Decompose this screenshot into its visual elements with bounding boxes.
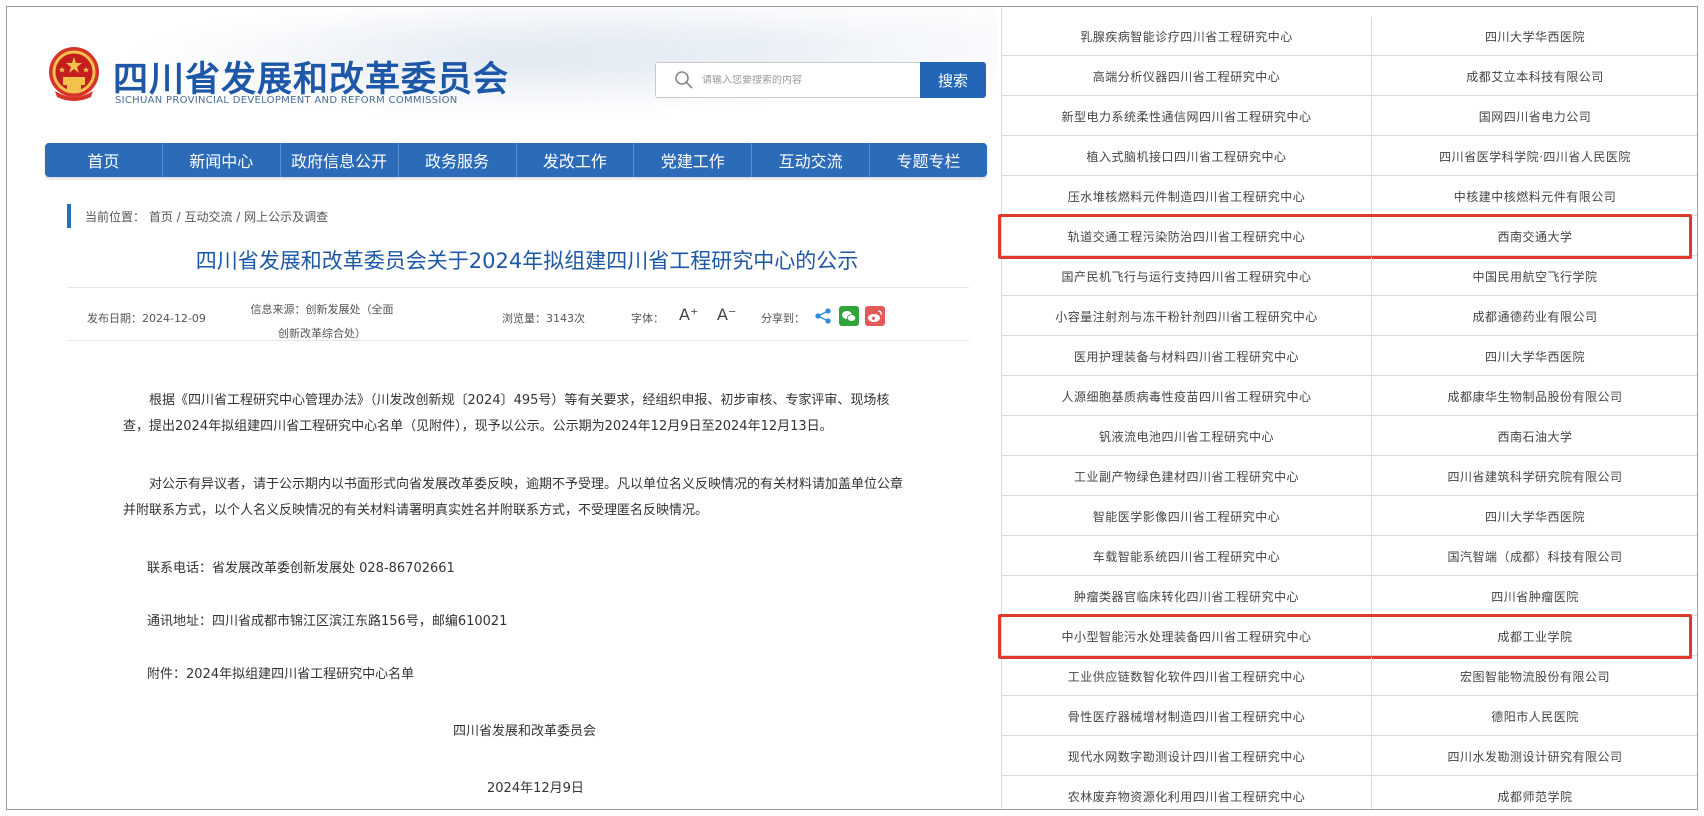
table-row: 国产民机飞行与运行支持四川省工程研究中心 中国民用航空飞行学院 <box>1002 257 1697 296</box>
search-box <box>655 62 920 98</box>
table-row: 医用护理装备与材料四川省工程研究中心 四川大学华西医院 <box>1002 337 1697 376</box>
wechat-icon[interactable] <box>839 306 859 326</box>
center-name-cell: 小容量注射剂与冻干粉针剂四川省工程研究中心 <box>1002 297 1372 336</box>
center-name-cell: 农林废弃物资源化利用四川省工程研究中心 <box>1002 777 1372 809</box>
center-name-cell: 骨性医疗器械增材制造四川省工程研究中心 <box>1002 697 1372 736</box>
organization-cell: 四川大学华西医院 <box>1484 510 1585 524</box>
table-row: 现代水网数字勘测设计四川省工程研究中心 四川水发勘测设计研究有限公司 <box>1002 737 1697 776</box>
view-count: 浏览量：3143次 <box>502 312 585 325</box>
share-network-icon[interactable] <box>813 306 833 326</box>
share-label: 分享到： <box>761 312 805 325</box>
organization-cell: 西南石油大学 <box>1497 430 1573 444</box>
center-name-cell: 医用护理装备与材料四川省工程研究中心 <box>1002 337 1372 376</box>
table-row: 农林废弃物资源化利用四川省工程研究中心 成都师范学院 <box>1002 777 1697 809</box>
search-icon <box>675 71 693 89</box>
search-button[interactable]: 搜索 <box>920 62 986 98</box>
center-name-cell: 人源细胞基质病毒性疫苗四川省工程研究中心 <box>1002 377 1372 416</box>
table-row: 智能医学影像四川省工程研究中心 四川大学华西医院 <box>1002 497 1697 536</box>
table-row: 高端分析仪器四川省工程研究中心 成都艾立本科技有限公司 <box>1002 57 1697 96</box>
publish-date: 发布日期：2024-12-09 <box>87 312 206 325</box>
organization-cell: 四川省建筑科学研究院有限公司 <box>1447 470 1623 484</box>
article-title: 四川省发展和改革委员会关于2024年拟组建四川省工程研究中心的公示 <box>195 249 859 273</box>
contact-address: 通讯地址：四川省成都市锦江区滨江东路156号，邮编610021 <box>147 614 508 629</box>
table-row: 车载智能系统四川省工程研究中心 国汽智端（成都）科技有限公司 <box>1002 537 1697 576</box>
search-input[interactable] <box>702 74 912 86</box>
nav-item-gov-info[interactable]: 政府信息公开 <box>281 143 399 177</box>
nav-item-topics[interactable]: 专题专栏 <box>870 143 987 177</box>
table-row: 植入式脑机接口四川省工程研究中心 四川省医学科学院·四川省人民医院 <box>1002 137 1697 176</box>
organization-cell: 成都艾立本科技有限公司 <box>1466 70 1604 84</box>
organization-cell: 国网四川省电力公司 <box>1478 110 1592 124</box>
table-row: 乳腺疾病智能诊疗四川省工程研究中心 四川大学华西医院 <box>1002 17 1697 56</box>
organization-cell: 宏图智能物流股份有限公司 <box>1459 670 1610 684</box>
attachment-table: 乳腺疾病智能诊疗四川省工程研究中心 四川大学华西医院 高端分析仪器四川省工程研究中心… <box>998 7 1697 809</box>
center-name-cell: 智能医学影像四川省工程研究中心 <box>1002 497 1372 536</box>
signature-date: 2024年12月9日 <box>487 781 584 796</box>
national-emblem-icon <box>49 47 99 101</box>
center-name-cell: 肿瘤类器官临床转化四川省工程研究中心 <box>1002 577 1372 616</box>
organization-cell: 德阳市人民医院 <box>1491 710 1579 724</box>
table-row: 小容量注射剂与冻干粉针剂四川省工程研究中心 成都通德药业有限公司 <box>1002 297 1697 336</box>
center-name-cell: 高端分析仪器四川省工程研究中心 <box>1002 57 1372 96</box>
organization-cell: 中核建中核燃料元件有限公司 <box>1453 190 1617 204</box>
table-row: 钒液流电池四川省工程研究中心 西南石油大学 <box>1002 417 1697 456</box>
center-name-cell: 乳腺疾病智能诊疗四川省工程研究中心 <box>1002 17 1372 56</box>
weibo-icon[interactable] <box>865 306 885 326</box>
center-name-cell: 国产民机飞行与运行支持四川省工程研究中心 <box>1002 257 1372 296</box>
center-name-cell: 新型电力系统柔性通信网四川省工程研究中心 <box>1002 97 1372 136</box>
nav-item-work[interactable]: 发改工作 <box>517 143 635 177</box>
center-name-cell: 工业供应链数智化软件四川省工程研究中心 <box>1002 657 1372 696</box>
web-page: 四川省发展和改革委员会 SICHUAN PROVINCIAL DEVELOPME… <box>7 7 997 809</box>
breadcrumb[interactable]: 当前位置： 首页 / 互动交流 / 网上公示及调查 <box>67 204 328 228</box>
center-name-cell: 钒液流电池四川省工程研究中心 <box>1002 417 1372 456</box>
nav-item-home[interactable]: 首页 <box>45 143 163 177</box>
screenshot-frame: 四川省发展和改革委员会 SICHUAN PROVINCIAL DEVELOPME… <box>6 6 1698 810</box>
article-paragraph-1: 根据《四川省工程研究中心管理办法》（川发改创新规〔2024〕495号）等有关要求… <box>123 393 890 434</box>
organization-cell: 四川省肿瘤医院 <box>1491 590 1579 604</box>
font-size-label: 字体： <box>631 312 664 325</box>
nav-item-party[interactable]: 党建工作 <box>634 143 753 177</box>
organization-cell: 成都康华生物制品股份有限公司 <box>1447 390 1623 404</box>
table-row: 新型电力系统柔性通信网四川省工程研究中心 国网四川省电力公司 <box>1002 97 1697 136</box>
main-nav: 首页 新闻中心 政府信息公开 政务服务 发改工作 党建工作 互动交流 专题专栏 <box>45 143 987 177</box>
attachment-table-panel: 乳腺疾病智能诊疗四川省工程研究中心 四川大学华西医院 高端分析仪器四川省工程研究中心… <box>998 7 1697 809</box>
center-name-cell: 压水堆核燃料元件制造四川省工程研究中心 <box>1002 177 1372 216</box>
nav-item-news[interactable]: 新闻中心 <box>163 143 281 177</box>
font-decrease-button[interactable]: A⁻ <box>717 305 736 324</box>
contact-phone: 联系电话：省发展改革委创新发展处 028-86702661 <box>147 561 455 576</box>
table-row: 骨性医疗器械增材制造四川省工程研究中心 德阳市人民医院 <box>1002 697 1697 736</box>
highlight-box <box>998 214 1692 259</box>
highlight-box <box>998 614 1692 659</box>
signature-org: 四川省发展和改革委员会 <box>453 724 597 739</box>
center-name-cell: 现代水网数字勘测设计四川省工程研究中心 <box>1002 737 1372 776</box>
center-name-cell: 工业副产物绿色建材四川省工程研究中心 <box>1002 457 1372 496</box>
organization-cell: 中国民用航空飞行学院 <box>1472 270 1598 284</box>
nav-item-services[interactable]: 政务服务 <box>399 143 517 177</box>
article-meta: 发布日期：2024-12-09 信息来源：创新发展处（全面创新改革综合处） 浏览… <box>67 287 969 341</box>
article-paragraph-2: 对公示有异议者，请于公示期内以书面形式向省发展改革委反映，逾期不予受理。凡以单位… <box>123 477 904 518</box>
organization-cell: 成都师范学院 <box>1497 790 1573 804</box>
organization-cell: 四川大学华西医院 <box>1484 30 1585 44</box>
center-name-cell: 车载智能系统四川省工程研究中心 <box>1002 537 1372 576</box>
info-source: 信息来源：创新发展处（全面创新改革综合处） <box>250 303 394 340</box>
organization-cell: 四川省医学科学院·四川省人民医院 <box>1439 150 1631 164</box>
organization-cell: 成都通德药业有限公司 <box>1472 310 1598 324</box>
attachment-link[interactable]: 附件：2024年拟组建四川省工程研究中心名单 <box>147 663 414 682</box>
table-row: 工业供应链数智化软件四川省工程研究中心 宏图智能物流股份有限公司 <box>1002 657 1697 696</box>
font-increase-button[interactable]: A⁺ <box>679 305 698 324</box>
center-name-cell: 植入式脑机接口四川省工程研究中心 <box>1002 137 1372 176</box>
organization-cell: 四川大学华西医院 <box>1484 350 1585 364</box>
table-row: 肿瘤类器官临床转化四川省工程研究中心 四川省肿瘤医院 <box>1002 577 1697 616</box>
nav-item-interaction[interactable]: 互动交流 <box>752 143 871 177</box>
organization-cell: 国汽智端（成都）科技有限公司 <box>1447 550 1623 564</box>
table-row: 工业副产物绿色建材四川省工程研究中心 四川省建筑科学研究院有限公司 <box>1002 457 1697 496</box>
table-row: 人源细胞基质病毒性疫苗四川省工程研究中心 成都康华生物制品股份有限公司 <box>1002 377 1697 416</box>
site-subtitle: SICHUAN PROVINCIAL DEVELOPMENT AND REFOR… <box>115 95 458 106</box>
organization-cell: 四川水发勘测设计研究有限公司 <box>1447 750 1623 764</box>
table-row: 压水堆核燃料元件制造四川省工程研究中心 中核建中核燃料元件有限公司 <box>1002 177 1697 216</box>
